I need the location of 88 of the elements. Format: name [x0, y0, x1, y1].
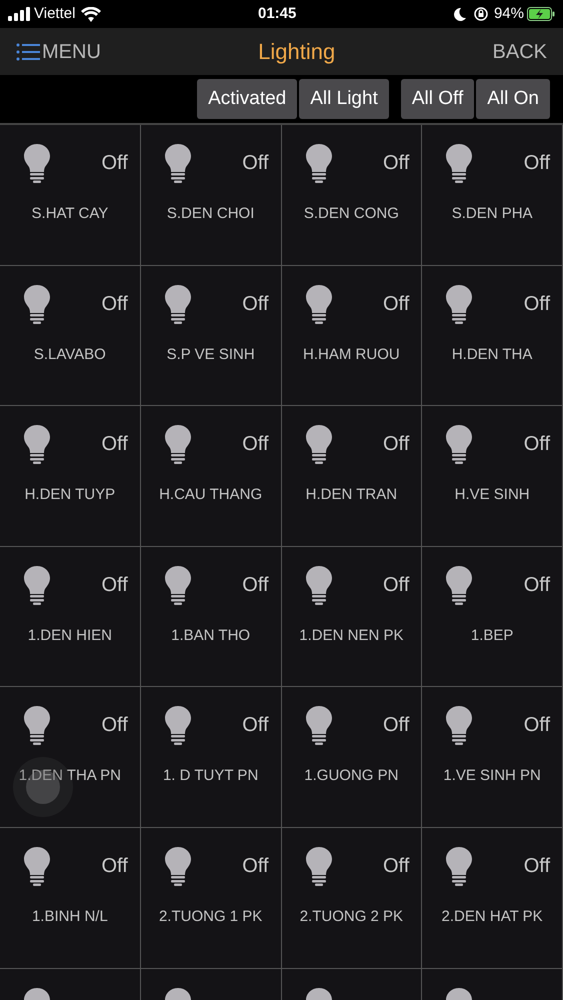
light-name: S.DEN CONG: [304, 204, 399, 224]
light-status: Off: [524, 151, 550, 176]
light-status: Off: [242, 854, 268, 879]
light-tile[interactable]: Off H.HAM RUOU: [282, 266, 422, 406]
light-name: 1.BEP: [470, 626, 514, 646]
light-status: Off: [242, 572, 268, 598]
light-tile[interactable]: Off 1.DEN THA PN: [0, 687, 141, 828]
moon-icon: [452, 8, 466, 20]
light-tile[interactable]: Off S.P VE SINH: [140, 266, 282, 406]
menu-button[interactable]: MENU: [16, 36, 101, 66]
light-status: Off: [101, 572, 128, 598]
light-name: H.CAU THANG: [159, 485, 262, 506]
light-name: S.DEN CHOI: [166, 204, 254, 224]
light-status: Off: [524, 854, 550, 879]
light-name: 1.DEN HIEN: [28, 626, 112, 646]
light-name: 1. D TUYT PN: [162, 766, 258, 786]
light-status: Off: [101, 432, 128, 458]
light-tile[interactable]: Off 1.GUONG PN: [282, 687, 422, 828]
light-name: 1.VE SINH PN: [443, 766, 541, 786]
light-name: 2.TUONG 1 PK: [158, 906, 262, 927]
light-status: Off: [382, 854, 410, 879]
light-status: Off: [101, 151, 128, 176]
light-tile[interactable]: Off 2.TUONG 1 PK: [140, 828, 282, 969]
battery-charging-icon: [527, 7, 555, 21]
light-name: H.DEN TUYP: [24, 485, 116, 506]
light-status: Off: [242, 151, 268, 176]
light-tile[interactable]: Off 1.DEN HIEN: [0, 546, 141, 688]
light-status: Off: [382, 572, 410, 598]
light-name: 2.TUONG 2 PK: [300, 906, 404, 927]
battery-percent: 94%: [494, 4, 524, 24]
carrier-name: Viettel: [34, 4, 76, 24]
filter-button[interactable]: Activated: [197, 79, 298, 119]
filter-button[interactable]: All Light: [299, 79, 389, 119]
light-tile[interactable]: Off H.DEN TRAN: [282, 406, 422, 547]
light-status: Off: [382, 713, 410, 738]
light-name: H.HAM RUOU: [303, 344, 400, 365]
light-name: 1.DEN THA PN: [18, 766, 121, 786]
light-name: 2.DEN HAT PK: [442, 906, 543, 927]
light-name: H.DEN TRAN: [306, 485, 398, 506]
light-tile[interactable]: Off S.HAT CAY: [0, 125, 141, 266]
light-name: 1.BINH N/L: [32, 906, 108, 927]
light-tile[interactable]: Off 1.BAN THO: [140, 546, 282, 688]
light-tile[interactable]: Off S.LAVABO: [0, 266, 141, 406]
action-button[interactable]: All On: [476, 79, 550, 119]
light-status: Off: [101, 292, 128, 317]
light-tile[interactable]: Off 1. D TUYT PN: [140, 687, 282, 828]
light-tile[interactable]: Off 2.TUONG 2 PK: [282, 828, 422, 969]
light-name: H.DEN THA: [452, 344, 532, 365]
light-tile[interactable]: Off S.DEN PHA: [422, 125, 563, 266]
light-tile[interactable]: Off 1.BEP: [422, 546, 563, 688]
light-tile[interactable]: Off H.CAU THANG: [140, 406, 282, 547]
light-status: Off: [242, 292, 268, 317]
light-status: Off: [242, 432, 268, 458]
light-status: Off: [382, 292, 410, 317]
light-tile[interactable]: Off H.DEN TUYP: [0, 406, 141, 547]
light-status: Off: [382, 151, 410, 176]
menu-icon: [16, 42, 40, 60]
light-name: S.LAVABO: [34, 344, 106, 365]
light-status: Off: [101, 713, 128, 738]
light-status: Off: [524, 292, 550, 317]
wifi-icon: [81, 6, 102, 22]
light-tile[interactable]: Off H.VE SINH: [422, 406, 563, 547]
rotation-lock-icon: [474, 7, 488, 21]
light-tile[interactable]: Off 1.DEN NEN PK: [282, 546, 422, 688]
light-name: H.VE SINH: [454, 485, 530, 506]
signal-icon: [8, 7, 30, 21]
light-name: 1.GUONG PN: [304, 766, 398, 786]
light-tile[interactable]: Off H.DEN THA: [422, 266, 563, 406]
light-status: Off: [242, 713, 268, 738]
light-tile[interactable]: Off 2.DEN HAT PK: [422, 828, 563, 969]
light-status: Off: [524, 572, 550, 598]
page-title: Lighting: [258, 38, 336, 66]
light-status: Off: [524, 713, 550, 738]
light-tile[interactable]: Off 1.VE SINH PN: [422, 687, 563, 828]
light-name: S.P VE SINH: [166, 344, 255, 365]
light-name: S.DEN PHA: [452, 204, 533, 224]
light-name: 1.DEN NEN PK: [299, 626, 404, 646]
light-tile[interactable]: Off S.DEN CONG: [282, 125, 422, 266]
action-button[interactable]: All Off: [400, 79, 474, 119]
light-tile[interactable]: Off 1.BINH N/L: [0, 828, 141, 969]
light-status: Off: [101, 854, 128, 879]
light-status: Off: [382, 432, 410, 458]
back-button[interactable]: BACK: [492, 36, 547, 66]
light-tile[interactable]: Off S.DEN CHOI: [140, 125, 282, 266]
clock: 01:45: [258, 4, 296, 24]
light-name: S.HAT CAY: [32, 204, 108, 224]
light-name: 1.BAN THO: [171, 626, 250, 646]
light-status: Off: [524, 432, 550, 458]
